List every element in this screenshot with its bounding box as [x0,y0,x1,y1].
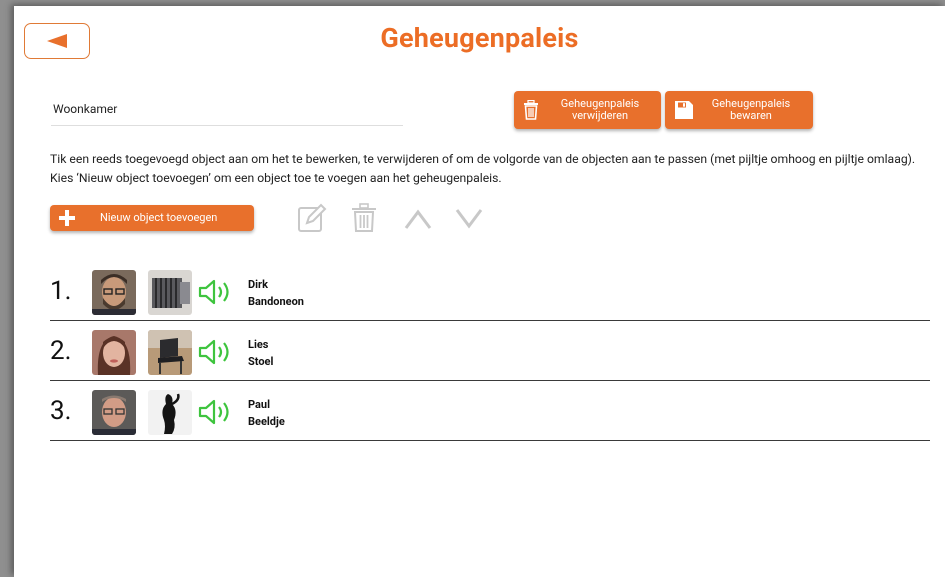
palace-name-field[interactable]: Woonkamer [51,92,403,126]
plus-icon [59,210,75,226]
object-name: Beeldje [248,415,285,428]
person-name: Lies [248,338,269,351]
object-photo-thumbnail [148,330,192,375]
object-list: 1. Dirk Bandoneon 2. Lies Stoel 3. Paul … [50,261,930,441]
object-photo-thumbnail [148,270,192,315]
delete-palace-button[interactable]: Geheugenpaleis verwijderen [514,91,661,129]
list-item[interactable]: 3. Paul Beeldje [50,381,930,441]
save-icon [675,101,693,119]
app-window: Geheugenpaleis Woonkamer Geheugenpaleis … [14,6,945,577]
list-item[interactable]: 2. Lies Stoel [50,321,930,381]
speaker-icon[interactable] [198,279,234,305]
add-object-label: Nieuw object toevoegen [100,211,218,224]
save-palace-button[interactable]: Geheugenpaleis bewaren [665,91,813,129]
person-name: Dirk [248,278,268,291]
arrow-up-icon[interactable] [404,209,432,229]
object-name: Stoel [248,355,274,368]
object-name: Bandoneon [248,295,304,308]
list-item[interactable]: 1. Dirk Bandoneon [50,261,930,321]
item-number: 3. [50,396,72,426]
instructions-text: Tik een reeds toegevoegd object aan om h… [50,152,916,185]
edit-icon[interactable] [297,203,327,233]
delete-object-icon[interactable] [350,203,378,233]
add-object-button[interactable]: Nieuw object toevoegen [50,205,254,231]
trash-icon [524,100,538,120]
arrow-down-icon[interactable] [455,209,483,229]
person-photo-thumbnail [92,330,136,375]
person-photo-thumbnail [92,390,136,435]
page-title: Geheugenpaleis [380,22,579,54]
object-photo-thumbnail [148,390,192,435]
person-name: Paul [248,398,270,411]
item-number: 1. [50,276,72,306]
delete-palace-label: Geheugenpaleis verwijderen [560,97,640,122]
speaker-icon[interactable] [198,339,234,365]
person-photo-thumbnail [92,270,136,315]
speaker-icon[interactable] [198,399,234,425]
save-palace-label: Geheugenpaleis bewaren [711,97,791,122]
item-number: 2. [50,336,72,366]
